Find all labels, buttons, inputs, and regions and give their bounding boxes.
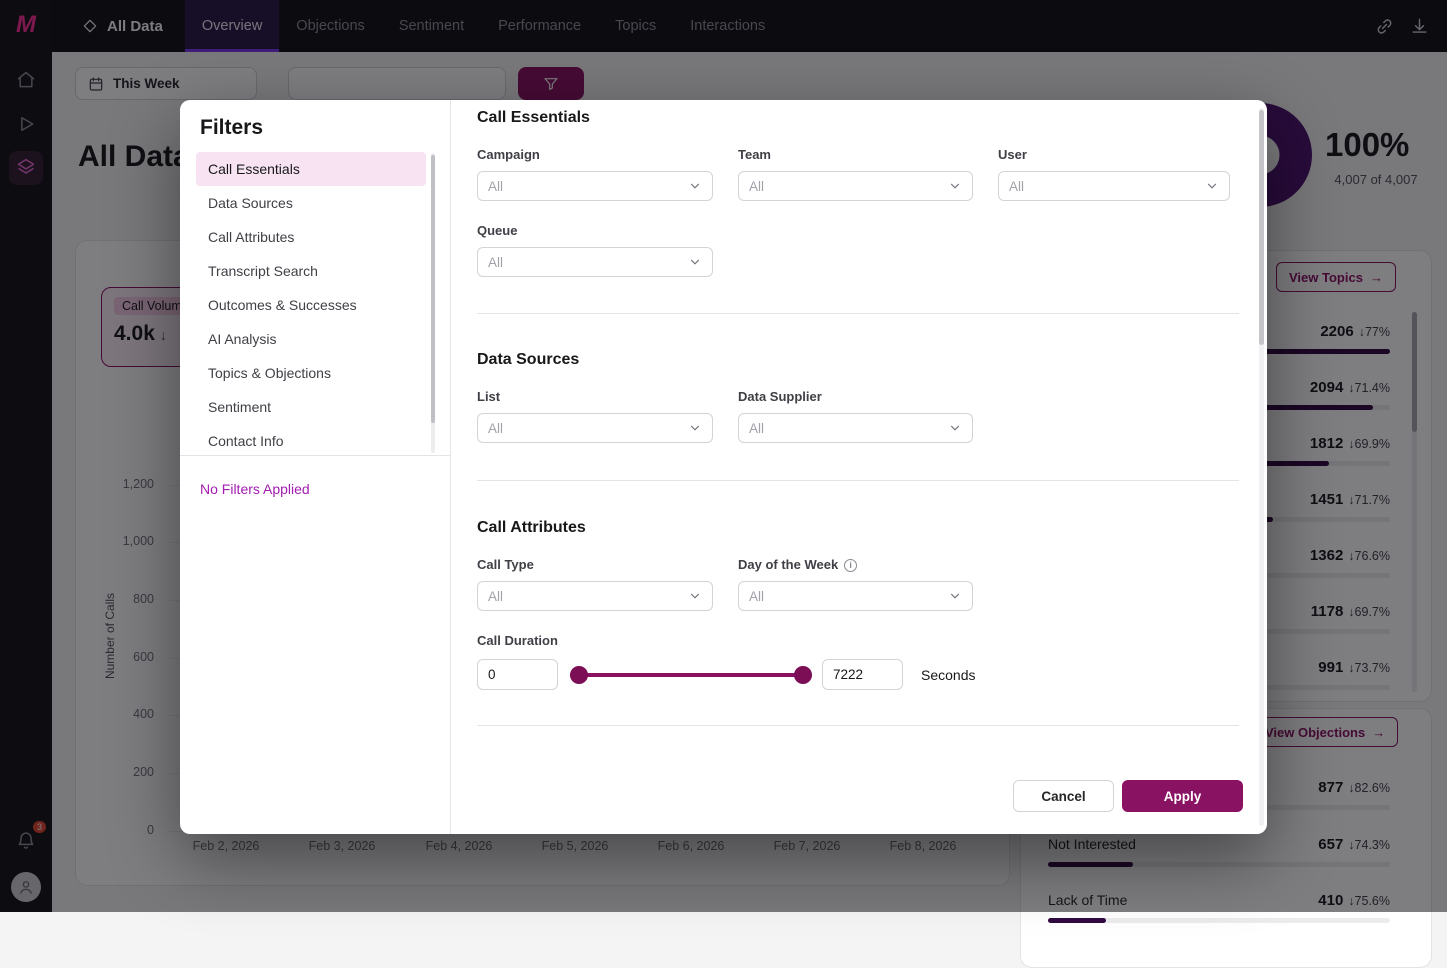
divider xyxy=(477,480,1239,481)
call-type-select[interactable]: All xyxy=(477,581,713,611)
data-supplier-label: Data Supplier xyxy=(738,389,822,404)
chevron-down-icon xyxy=(948,421,962,435)
modal-title: Filters xyxy=(200,116,264,139)
campaign-label: Campaign xyxy=(477,147,540,162)
divider xyxy=(477,725,1239,726)
divider xyxy=(180,455,450,456)
duration-unit-label: Seconds xyxy=(921,666,976,683)
filter-nav-item-contact-info[interactable]: Contact Info xyxy=(196,424,426,452)
call-duration-control: Seconds xyxy=(477,659,1239,690)
call-type-label: Call Type xyxy=(477,557,534,572)
data-supplier-select[interactable]: All xyxy=(738,413,973,443)
modal-scrollbar[interactable] xyxy=(1259,110,1264,345)
no-filters-label: No Filters Applied xyxy=(200,481,310,497)
duration-range-slider[interactable] xyxy=(570,665,812,684)
team-select-value: All xyxy=(749,178,765,194)
info-icon[interactable]: i xyxy=(844,558,858,572)
apply-button[interactable]: Apply xyxy=(1122,780,1243,812)
slider-track xyxy=(570,672,812,677)
campaign-select-value: All xyxy=(488,178,504,194)
filter-nav-item-call-essentials[interactable]: Call Essentials xyxy=(196,152,426,186)
objection-bar-track xyxy=(1048,918,1390,923)
slider-handle-min[interactable] xyxy=(570,665,588,684)
campaign-select[interactable]: All xyxy=(477,171,713,201)
filter-nav-item-transcript-search[interactable]: Transcript Search xyxy=(196,254,426,288)
chevron-down-icon xyxy=(688,179,702,193)
filters-modal-body: Call Essentials Campaign All Team All Us… xyxy=(451,100,1267,834)
user-select-value: All xyxy=(1009,178,1025,194)
filter-nav-item-data-sources[interactable]: Data Sources xyxy=(196,186,426,220)
slider-handle-max[interactable] xyxy=(794,665,812,684)
chevron-down-icon xyxy=(688,255,702,269)
duration-max-input[interactable] xyxy=(822,659,903,690)
chevron-down-icon xyxy=(948,179,962,193)
filter-nav-item-call-attributes[interactable]: Call Attributes xyxy=(196,220,426,254)
queue-select[interactable]: All xyxy=(477,247,713,277)
chevron-down-icon xyxy=(688,421,702,435)
user-select[interactable]: All xyxy=(998,171,1230,201)
user-label: User xyxy=(998,147,1027,162)
filter-nav-item-sentiment[interactable]: Sentiment xyxy=(196,390,426,424)
list-select[interactable]: All xyxy=(477,413,713,443)
divider xyxy=(477,313,1239,314)
filter-nav-item-outcomes-successes[interactable]: Outcomes & Successes xyxy=(196,288,426,322)
modal-footer: Cancel Apply xyxy=(1013,780,1243,812)
filter-nav-item-topics-objections[interactable]: Topics & Objections xyxy=(196,356,426,390)
filter-nav-scrollbar[interactable] xyxy=(431,155,435,423)
call-type-select-value: All xyxy=(488,588,504,604)
objection-bar xyxy=(1048,918,1106,923)
filters-modal-sidebar: Filters Call Essentials Data Sources Cal… xyxy=(180,100,451,834)
section-heading-call-attributes: Call Attributes xyxy=(477,519,586,536)
call-duration-label: Call Duration xyxy=(477,633,558,648)
queue-select-value: All xyxy=(488,254,504,270)
filter-nav: Call Essentials Data Sources Call Attrib… xyxy=(196,152,450,452)
section-heading-data-sources: Data Sources xyxy=(477,351,580,368)
chevron-down-icon xyxy=(688,589,702,603)
chevron-down-icon xyxy=(1205,179,1219,193)
team-select[interactable]: All xyxy=(738,171,973,201)
filter-nav-item-ai-analysis[interactable]: AI Analysis xyxy=(196,322,426,356)
day-of-week-label: Day of the Week xyxy=(738,557,839,572)
filters-modal: Filters Call Essentials Data Sources Cal… xyxy=(180,100,1267,834)
section-heading-call-essentials: Call Essentials xyxy=(477,109,590,126)
team-label: Team xyxy=(738,147,771,162)
list-label: List xyxy=(477,389,501,404)
cancel-button[interactable]: Cancel xyxy=(1013,780,1114,812)
day-of-week-select[interactable]: All xyxy=(738,581,973,611)
queue-label: Queue xyxy=(477,223,518,238)
list-select-value: All xyxy=(488,420,504,436)
duration-min-input[interactable] xyxy=(477,659,558,690)
day-of-week-select-value: All xyxy=(749,588,765,604)
chevron-down-icon xyxy=(948,589,962,603)
data-supplier-select-value: All xyxy=(749,420,765,436)
